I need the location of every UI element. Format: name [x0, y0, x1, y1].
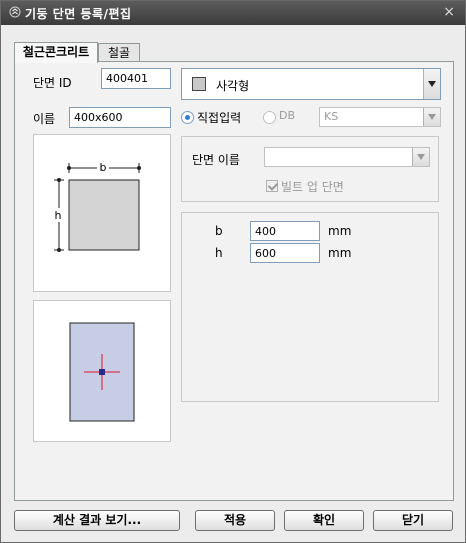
tab-steel[interactable]: 철골 [98, 43, 140, 63]
dim-h-input[interactable]: 600 [250, 243, 320, 263]
dim-h-unit: mm [328, 246, 352, 260]
collapse-chevron-icon[interactable] [9, 6, 21, 18]
dimension-diagram-svg: b h [52, 160, 141, 252]
built-up-label: 빌트 업 단면 [281, 180, 344, 194]
section-name-label: 단면 이름 [192, 153, 240, 167]
ok-button[interactable]: 확인 [284, 510, 364, 531]
dialog-window: 기둥 단면 등록/편집 × 철근콘크리트 철골 단면 ID 400401 이름 … [0, 0, 466, 543]
tab-panel: 단면 ID 400401 이름 400x600 사각형 직접입력 DB KS 단… [14, 61, 454, 501]
shape-combo-value: 사각형 [216, 79, 250, 93]
tab-label: 철근콘크리트 [22, 45, 90, 59]
chevron-down-icon[interactable] [412, 148, 429, 166]
name-label: 이름 [33, 112, 56, 126]
shape-combo[interactable]: 사각형 [181, 68, 441, 100]
centroid-marker [99, 369, 105, 375]
title-bar[interactable]: 기둥 단면 등록/편집 × [1, 1, 465, 25]
section-preview-svg [69, 322, 135, 422]
shape-swatch [192, 77, 206, 91]
db-standard-combo[interactable]: KS [319, 107, 441, 127]
close-button[interactable]: 닫기 [373, 510, 453, 531]
direct-input-radio[interactable] [181, 111, 194, 124]
db-radio[interactable] [263, 111, 276, 124]
dimensions-group: b 400 mm h 600 mm [181, 212, 439, 402]
section-id-input[interactable]: 400401 [101, 68, 171, 89]
section-rect [68, 179, 140, 251]
built-up-checkbox[interactable] [266, 180, 278, 192]
b-dim-label: b [100, 161, 107, 174]
section-id-label: 단면 ID [33, 76, 72, 90]
section-name-group: 단면 이름 빌트 업 단면 [181, 136, 439, 202]
section-name-combo[interactable] [264, 147, 430, 167]
close-icon[interactable]: × [443, 4, 455, 20]
dim-h-label: h [215, 246, 223, 260]
h-dim-label: h [55, 209, 62, 222]
name-input[interactable]: 400x600 [69, 107, 171, 128]
window-title: 기둥 단면 등록/편집 [25, 7, 132, 21]
dim-b-input[interactable]: 400 [250, 221, 320, 241]
view-calc-results-button[interactable]: 계산 결과 보기... [14, 510, 180, 531]
dim-b-unit: mm [328, 224, 352, 238]
section-preview [33, 300, 171, 442]
dim-b-label: b [215, 224, 223, 238]
dimension-diagram: b h [33, 134, 171, 292]
db-standard-value: KS [324, 110, 339, 123]
tab-label: 철골 [107, 46, 131, 60]
chevron-down-icon[interactable] [423, 69, 440, 99]
chevron-down-icon[interactable] [423, 108, 440, 126]
db-label: DB [279, 109, 296, 122]
direct-input-label: 직접입력 [197, 111, 242, 125]
apply-button[interactable]: 적용 [195, 510, 275, 531]
tab-reinforced-concrete[interactable]: 철근콘크리트 [14, 42, 98, 63]
